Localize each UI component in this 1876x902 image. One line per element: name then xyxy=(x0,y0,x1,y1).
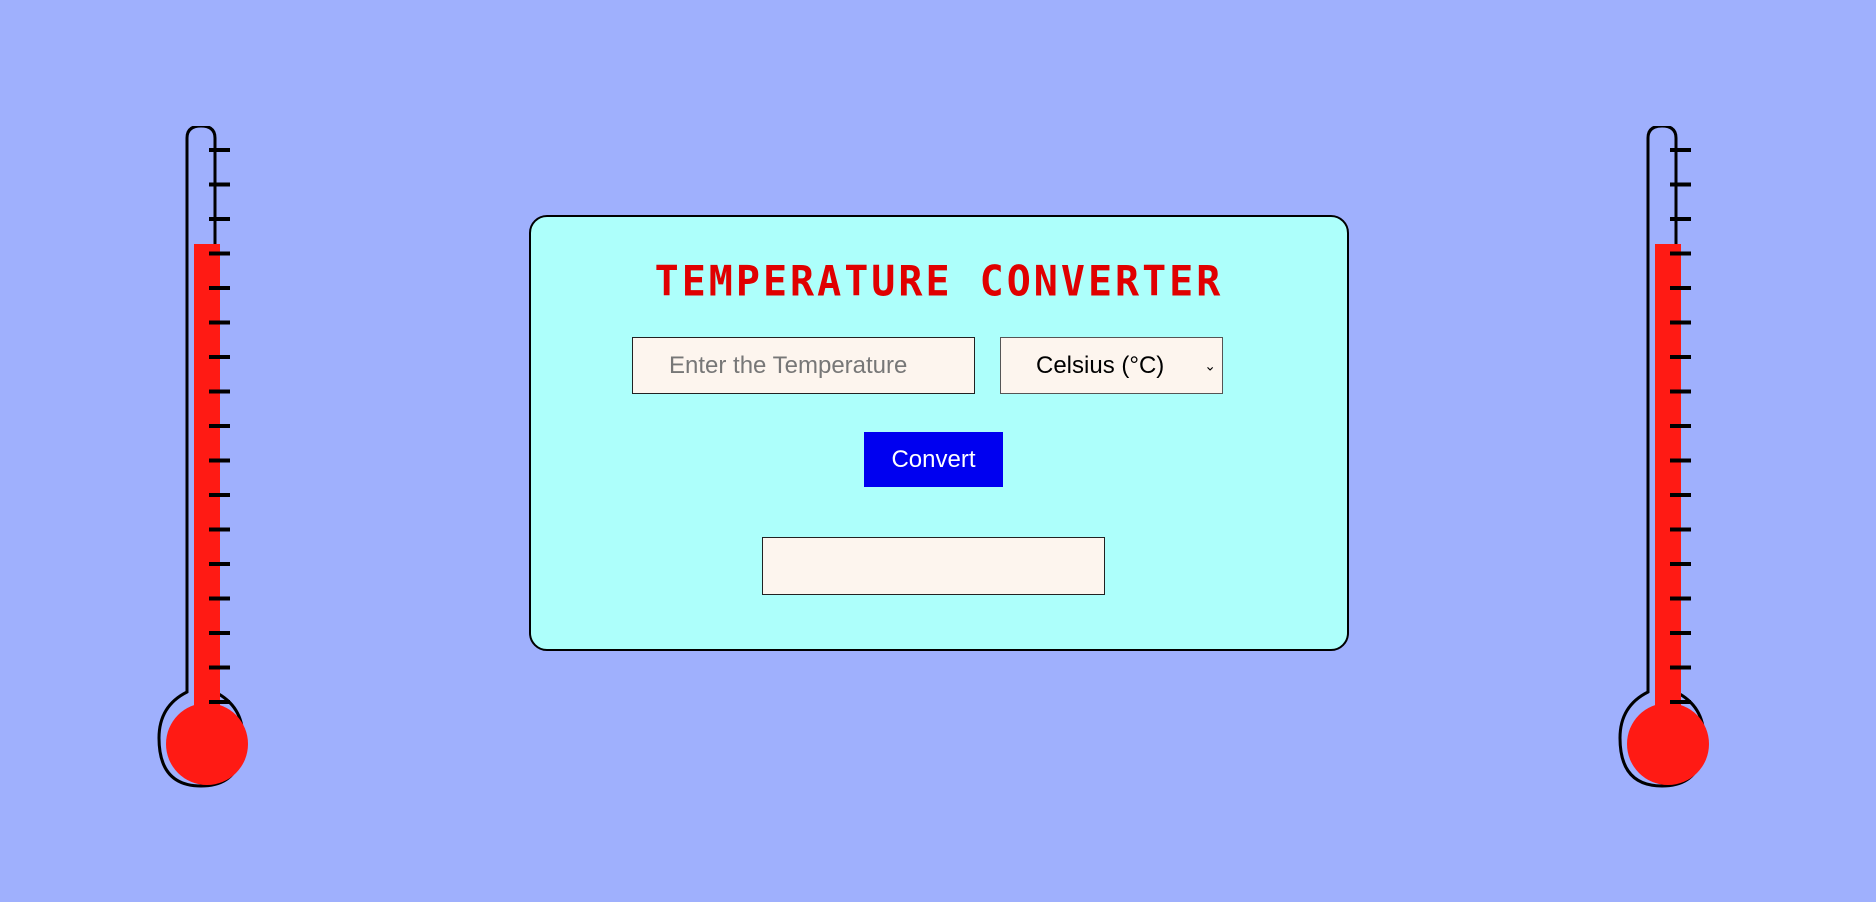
page-title: TEMPERATURE CONVERTER xyxy=(654,257,1224,307)
convert-button[interactable]: Convert xyxy=(864,432,1003,487)
unit-select-value: Celsius (°C) xyxy=(1036,351,1165,379)
thermometer-icon xyxy=(1618,126,1709,788)
thermometer-icon xyxy=(157,126,248,788)
result-output xyxy=(762,537,1105,595)
unit-select[interactable]: Celsius (°C) ⌄ xyxy=(1000,337,1223,394)
chevron-down-icon: ⌄ xyxy=(1204,357,1216,373)
temperature-input[interactable] xyxy=(632,337,975,394)
thermometer-icon-left xyxy=(157,126,257,792)
converter-card: TEMPERATURE CONVERTER Celsius (°C) ⌄ Con… xyxy=(529,215,1349,651)
thermometer-icon-right xyxy=(1618,126,1718,792)
